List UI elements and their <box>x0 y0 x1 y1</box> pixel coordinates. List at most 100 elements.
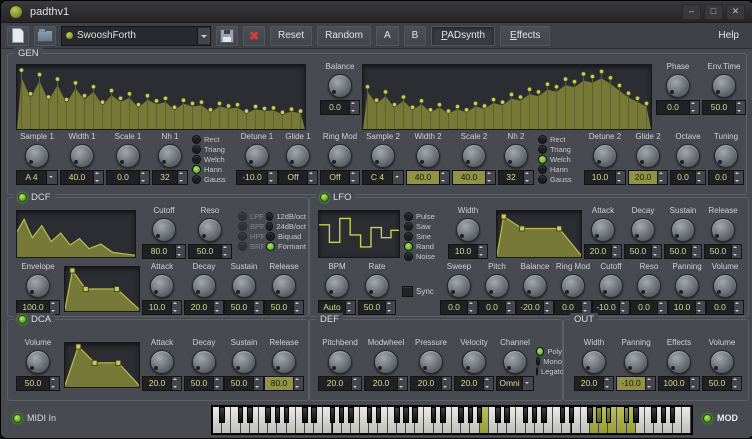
gen-ringmod-value[interactable]: Off <box>320 170 360 185</box>
lfo-rate-value[interactable]: 50.0 <box>358 300 396 315</box>
gen-shape2-triang-radio[interactable]: Triang <box>538 144 582 154</box>
lfo-shapes-pulse-radio[interactable]: Pulse <box>404 211 442 221</box>
dcf-slopes-12dboct-radio[interactable]: 12dB/oct <box>266 211 306 221</box>
gen-sample2-knob[interactable] <box>371 144 395 168</box>
dca-release-value[interactable]: 80.0 <box>264 376 304 391</box>
spin-down-icon[interactable] <box>478 252 487 259</box>
spin-down-icon[interactable] <box>732 384 741 391</box>
lfo-volume-value[interactable]: 0.0 <box>706 300 744 315</box>
piano-keyboard[interactable] <box>211 405 693 435</box>
minimize-button[interactable]: – <box>682 4 701 20</box>
piano-black-key-after-38[interactable] <box>569 407 575 423</box>
lfo-envelope-display[interactable] <box>496 210 582 258</box>
spin-down-icon[interactable] <box>468 308 477 315</box>
spin-down-icon[interactable] <box>646 384 655 391</box>
spin-down-icon[interactable] <box>620 308 629 315</box>
def-pressure-value[interactable]: 20.0 <box>410 376 452 391</box>
piano-black-key-after-16[interactable] <box>367 407 373 423</box>
lfo-balance-knob[interactable] <box>523 274 547 298</box>
spin-down-icon[interactable] <box>692 252 701 259</box>
lfo-bpm-knob[interactable] <box>325 274 349 298</box>
spin-down-icon[interactable] <box>172 384 181 391</box>
spin-down-icon[interactable] <box>544 308 553 315</box>
piano-black-key-after-7[interactable] <box>284 407 290 423</box>
spin-down-icon[interactable] <box>486 178 495 185</box>
lfo-release-value[interactable]: 50.0 <box>704 244 742 259</box>
dcf-attack-knob[interactable] <box>150 274 174 298</box>
spin-down-icon[interactable] <box>658 178 667 185</box>
dcf-types-brf-radio[interactable]: BRF <box>238 241 266 251</box>
dcf-envelope-knob[interactable] <box>26 274 50 298</box>
lfo-shapes-saw-radio[interactable]: Saw <box>404 221 442 231</box>
spin-down-icon[interactable] <box>214 308 223 315</box>
gen-balance-knob[interactable] <box>328 74 352 98</box>
spin-down-icon[interactable] <box>734 178 743 185</box>
piano-black-key-after-35[interactable] <box>541 407 547 423</box>
def-modes-legato-radio[interactable]: Legato <box>536 366 562 376</box>
spin-down-icon[interactable] <box>294 308 303 315</box>
spin-down-icon[interactable] <box>386 308 395 315</box>
dca-envelope-display[interactable] <box>64 342 140 388</box>
lfo-volume-knob[interactable] <box>713 274 737 298</box>
dca-attack-knob[interactable] <box>150 350 174 374</box>
lfo-width-value[interactable]: 10.0 <box>448 244 488 259</box>
lfo-ringmod-knob[interactable] <box>561 274 585 298</box>
spin-down-icon[interactable] <box>484 384 493 391</box>
piano-black-key-after-45[interactable] <box>633 407 639 423</box>
gen-scale2-knob[interactable] <box>462 144 486 168</box>
def-velocity-knob[interactable] <box>462 350 486 374</box>
lfo-attack-knob[interactable] <box>591 218 615 242</box>
gen-shape1-hann-radio[interactable]: Hann <box>192 164 236 174</box>
spin-down-icon[interactable] <box>346 308 355 315</box>
dcf-types-bpf-radio[interactable]: BPF <box>238 221 266 231</box>
gen-envtime-knob[interactable] <box>712 74 736 98</box>
def-pitchbend-knob[interactable] <box>328 350 352 374</box>
gen-balance-value[interactable]: 0.0 <box>320 100 360 115</box>
dca-sustain-value[interactable]: 50.0 <box>224 376 264 391</box>
lfo-width-knob[interactable] <box>456 218 480 242</box>
spin-down-icon[interactable] <box>214 384 223 391</box>
delete-preset-button[interactable]: ✖ <box>243 26 265 46</box>
sample2-display[interactable] <box>362 64 652 130</box>
piano-black-key-after-48[interactable] <box>661 407 667 423</box>
piano-black-key-after-19[interactable] <box>394 407 400 423</box>
gen-scale1-knob[interactable] <box>116 144 140 168</box>
spin-down-icon[interactable] <box>442 384 451 391</box>
gen-shape1-gauss-radio[interactable]: Gauss <box>192 174 236 184</box>
new-preset-button[interactable] <box>7 26 29 46</box>
lfo-pitch-value[interactable]: 0.0 <box>478 300 516 315</box>
lfo-sweep-knob[interactable] <box>447 274 471 298</box>
gen-nh1-value[interactable]: 32 <box>152 170 188 185</box>
lfo-reso-knob[interactable] <box>637 274 661 298</box>
dcf-slopes-24dboct-radio[interactable]: 24dB/oct <box>266 221 306 231</box>
lfo-panning-value[interactable]: 10.0 <box>668 300 706 315</box>
piano-black-key-after-42[interactable] <box>606 407 612 423</box>
gen-phase-value[interactable]: 0.0 <box>656 100 700 115</box>
piano-black-key-after-14[interactable] <box>348 407 354 423</box>
piano-black-key-after-23[interactable] <box>431 407 437 423</box>
gen-tuning-value[interactable]: 0.0 <box>708 170 744 185</box>
dca-enabled-led[interactable] <box>18 315 27 324</box>
gen-scale1-value[interactable]: 0.0 <box>106 170 150 185</box>
piano-black-key-after-28[interactable] <box>477 407 483 423</box>
gen-shape2-hann-radio[interactable]: Hann <box>538 164 582 174</box>
spin-down-icon[interactable] <box>254 308 263 315</box>
dcf-release-knob[interactable] <box>272 274 296 298</box>
piano-white-key-51[interactable] <box>682 407 691 433</box>
dca-decay-value[interactable]: 50.0 <box>184 376 224 391</box>
lfo-rate-knob[interactable] <box>365 274 389 298</box>
spin-down-icon[interactable] <box>350 108 359 115</box>
gen-shape1-triang-radio[interactable]: Triang <box>192 144 236 154</box>
piano-black-key-after-5[interactable] <box>265 407 271 423</box>
lfo-enabled-led[interactable] <box>320 193 329 202</box>
out-width-value[interactable]: 20.0 <box>574 376 614 391</box>
spin-down-icon[interactable] <box>94 178 103 185</box>
filter-display[interactable] <box>16 210 136 258</box>
dcf-types-hpf-radio[interactable]: HPF <box>238 231 266 241</box>
piano-black-key-after-3[interactable] <box>247 407 253 423</box>
lfo-panning-knob[interactable] <box>675 274 699 298</box>
spin-down-icon[interactable] <box>254 384 263 391</box>
spin-down-icon[interactable] <box>398 384 407 391</box>
out-effects-value[interactable]: 100.0 <box>658 376 700 391</box>
spin-down-icon[interactable] <box>268 178 277 185</box>
